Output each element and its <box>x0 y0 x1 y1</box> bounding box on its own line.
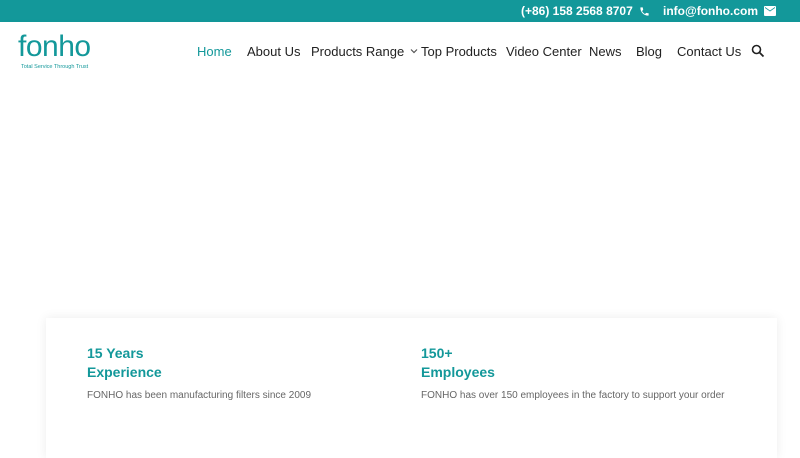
hero-banner <box>0 80 800 320</box>
nav-about-us[interactable]: About Us <box>247 22 300 80</box>
nav-label: About Us <box>247 43 301 59</box>
search-icon[interactable] <box>751 44 765 58</box>
phone-icon <box>639 6 650 17</box>
logo-wordmark: fonho <box>18 30 91 63</box>
stats-card: 15 Years Experience FONHO has been manuf… <box>46 318 777 458</box>
email-link[interactable]: info@fonho.com <box>663 0 777 22</box>
stat-description: FONHO has been manufacturing filters sin… <box>87 390 311 401</box>
nav-label: Products Range <box>311 43 405 59</box>
nav-video-center[interactable]: Video Center <box>506 22 582 80</box>
nav-label: News <box>589 43 622 59</box>
nav-products-range[interactable]: Products Range <box>311 22 418 80</box>
chevron-down-icon <box>410 48 418 54</box>
envelope-icon <box>764 6 777 16</box>
nav-label: Home <box>197 43 232 59</box>
phone-link[interactable]: (+86) 158 2568 8707 <box>521 0 650 22</box>
top-contact-bar: (+86) 158 2568 8707 info@fonho.com <box>0 0 800 22</box>
nav-label: Contact Us <box>677 43 742 59</box>
stat-title-line2: Employees <box>421 364 495 380</box>
stat-title: 150+ Employees <box>421 344 724 382</box>
logo-tagline: Total Service Through Trust <box>21 64 89 70</box>
nav-home[interactable]: Home <box>197 22 232 80</box>
site-header: fonho Total Service Through Trust Home A… <box>0 22 800 80</box>
stat-title-line1: 150+ <box>421 345 453 361</box>
nav-label: Blog <box>636 43 663 59</box>
nav-news[interactable]: News <box>589 22 622 80</box>
stat-experience: 15 Years Experience FONHO has been manuf… <box>87 344 311 401</box>
phone-number: (+86) 158 2568 8707 <box>521 4 633 18</box>
stat-employees: 150+ Employees FONHO has over 150 employ… <box>421 344 724 401</box>
email-address: info@fonho.com <box>663 4 759 18</box>
stat-title-line1: 15 Years <box>87 345 144 361</box>
brand-logo[interactable]: fonho Total Service Through Trust <box>18 30 118 74</box>
nav-contact-us[interactable]: Contact Us <box>677 22 741 80</box>
stat-description: FONHO has over 150 employees in the fact… <box>421 390 725 401</box>
nav-label: Video Center <box>506 43 582 59</box>
nav-label: Top Products <box>421 43 497 59</box>
nav-blog[interactable]: Blog <box>636 22 662 80</box>
stat-title-line2: Experience <box>87 364 162 380</box>
nav-top-products[interactable]: Top Products <box>421 22 497 80</box>
stat-title: 15 Years Experience <box>87 344 311 382</box>
